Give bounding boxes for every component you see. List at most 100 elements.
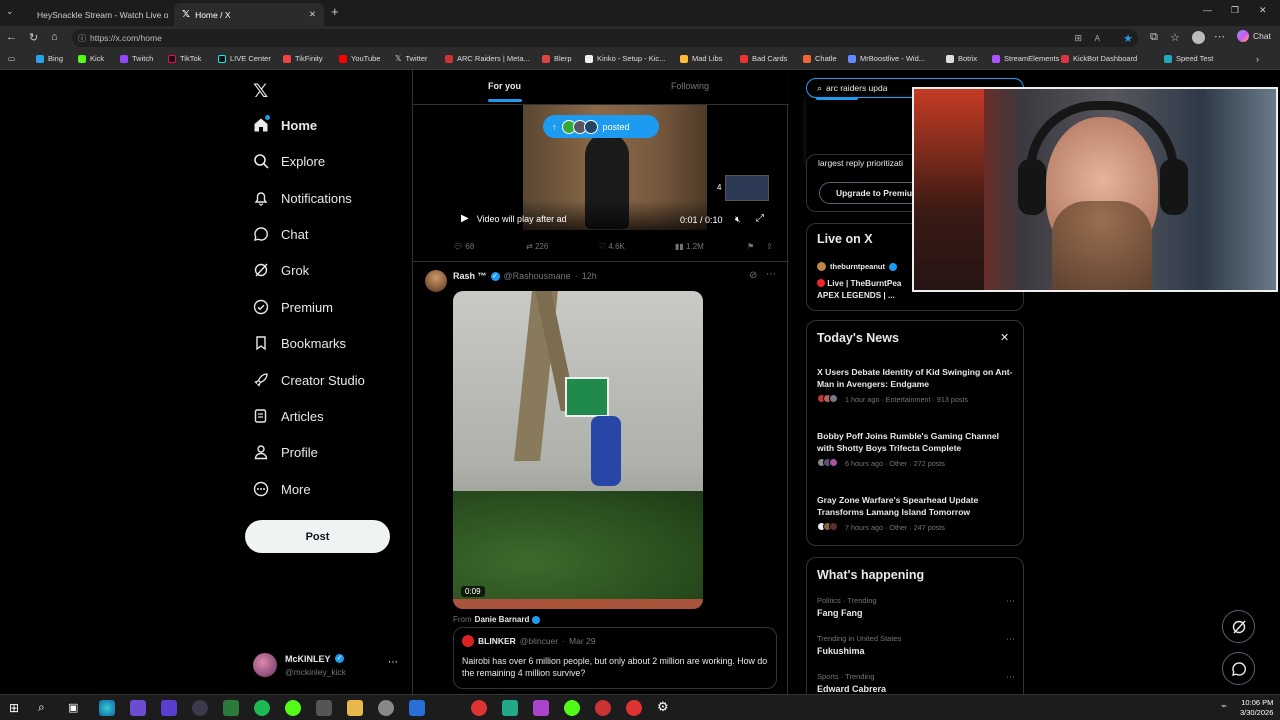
nav-bookmarks[interactable]: Bookmarks bbox=[253, 335, 346, 351]
bookmark-botrix[interactable]: Botrix bbox=[946, 54, 977, 63]
read-aloud-icon[interactable]: A bbox=[1095, 34, 1100, 43]
tab-following[interactable]: Following bbox=[671, 81, 709, 91]
like-button[interactable]: ♡ 4.6K bbox=[599, 242, 625, 251]
trend-item[interactable]: Sports · Trending Edward Cabrera ⋯ bbox=[817, 672, 1017, 694]
fullscreen-icon[interactable]: ⤢ bbox=[756, 213, 764, 224]
bookmark-button[interactable]: ⚑ bbox=[747, 242, 754, 251]
app-icon[interactable] bbox=[595, 700, 611, 716]
bookmark-live-center[interactable]: LIVE Center bbox=[218, 54, 271, 63]
app-icon[interactable] bbox=[223, 700, 239, 716]
edge-icon[interactable] bbox=[99, 700, 115, 716]
search-icon[interactable]: ⌕ bbox=[38, 700, 45, 715]
settings-more-icon[interactable]: ⋯ bbox=[1214, 30, 1225, 43]
news-item[interactable]: X Users Debate Identity of Kid Swinging … bbox=[817, 366, 1017, 405]
bookmark-mad-libs[interactable]: Mad Libs bbox=[680, 54, 722, 63]
source-author[interactable]: Danie Barnard bbox=[475, 615, 530, 624]
grok-float-button[interactable] bbox=[1222, 610, 1255, 643]
network-icon[interactable]: ⌁ bbox=[1221, 701, 1227, 712]
bookmark-tiktok[interactable]: TikTok bbox=[168, 54, 201, 63]
windows-start-icon[interactable]: ⊞ bbox=[9, 701, 19, 715]
browser-tab-x-home[interactable]: 𝕏 Home / X ✕ bbox=[174, 3, 324, 26]
live-host[interactable]: theburntpeanut bbox=[817, 262, 897, 271]
bookmark-youtube[interactable]: YouTube bbox=[339, 54, 380, 63]
obs-icon[interactable] bbox=[192, 700, 208, 716]
nav-notifications[interactable]: Notifications bbox=[253, 190, 352, 206]
trend-more-icon[interactable]: ⋯ bbox=[1006, 596, 1015, 607]
nav-home[interactable]: Home bbox=[253, 117, 317, 133]
nav-profile[interactable]: Profile bbox=[253, 444, 318, 460]
bookmark-twitch[interactable]: Twitch bbox=[120, 54, 153, 63]
nav-articles[interactable]: Articles bbox=[253, 408, 324, 424]
back-icon[interactable]: ← bbox=[6, 31, 17, 43]
bookmark-twitter[interactable]: 𝕏 Twitter bbox=[395, 54, 428, 63]
bookmark-kick[interactable]: Kick bbox=[78, 54, 104, 63]
reply-button[interactable]: 💬︎ 68 bbox=[453, 242, 474, 251]
favorites-icon[interactable]: ☆ bbox=[1170, 31, 1180, 44]
app-icon[interactable] bbox=[378, 700, 394, 716]
app-icon[interactable] bbox=[130, 700, 146, 716]
apps-icon[interactable]: ⊞ bbox=[1074, 33, 1082, 44]
video-thumbnail[interactable] bbox=[725, 175, 769, 201]
bookmark-bad-cards[interactable]: Bad Cards bbox=[740, 54, 787, 63]
kick-icon[interactable] bbox=[285, 700, 301, 716]
close-tab-icon[interactable]: ✕ bbox=[309, 9, 316, 20]
post-time[interactable]: 12h bbox=[582, 271, 597, 281]
new-tab-icon[interactable]: + bbox=[331, 4, 339, 19]
chat-float-button[interactable] bbox=[1222, 652, 1255, 685]
maximize-icon[interactable]: ❐ bbox=[1231, 5, 1239, 16]
bookmarks-menu-icon[interactable]: ▭ bbox=[8, 54, 15, 63]
trend-item[interactable]: Trending in United States Fukushima ⋯ bbox=[817, 634, 1017, 656]
live-stream-title[interactable]: Live | TheBurntPea APEX LEGENDS | ... bbox=[817, 278, 901, 302]
bookmark-mrboostlive[interactable]: MrBoostlive - Wid... bbox=[848, 54, 925, 63]
nav-premium[interactable]: Premium bbox=[253, 299, 333, 315]
bookmark-blerp[interactable]: Blerp bbox=[542, 54, 572, 63]
file-explorer-icon[interactable] bbox=[347, 700, 363, 716]
views-button[interactable]: ▮▮ 1.2M bbox=[675, 242, 704, 251]
news-item[interactable]: Gray Zone Warfare's Spearhead Update Tra… bbox=[817, 494, 1017, 533]
browser-tab-heysnackle[interactable]: HeySnackle Stream - Watch Live o ✕ bbox=[24, 3, 174, 26]
app-icon[interactable] bbox=[316, 700, 332, 716]
tab-list-icon[interactable]: ⌄ bbox=[6, 6, 14, 17]
bookmark-kickbot[interactable]: KickBot Dashboard bbox=[1061, 54, 1137, 63]
nav-grok[interactable]: Grok bbox=[253, 262, 309, 278]
app-icon[interactable] bbox=[564, 700, 580, 716]
bookmark-kinko[interactable]: Kinko - Setup - Kic... bbox=[585, 54, 665, 63]
app-icon[interactable] bbox=[161, 700, 177, 716]
system-clock[interactable]: 10:06 PM 3/30/2026 bbox=[1240, 698, 1273, 718]
quoted-post[interactable]: BLINKER @blincuer · Mar 29 Nairobi has o… bbox=[453, 627, 777, 689]
trend-more-icon[interactable]: ⋯ bbox=[1006, 672, 1015, 683]
tab-for-you[interactable]: For you bbox=[488, 81, 522, 102]
site-info-icon[interactable]: ⓘ bbox=[78, 33, 86, 44]
url-bar[interactable]: ⓘ https://x.com/home ⊞ A ★ bbox=[72, 29, 1138, 47]
author-handle[interactable]: @Rashousmane bbox=[504, 271, 571, 281]
post-video[interactable]: 0:09 bbox=[453, 291, 703, 609]
post-more-icon[interactable]: ⋯ bbox=[766, 269, 776, 280]
minimize-icon[interactable]: — bbox=[1203, 5, 1212, 15]
spotify-icon[interactable] bbox=[254, 700, 270, 716]
favorite-star-icon[interactable]: ★ bbox=[1123, 32, 1133, 45]
nav-explore[interactable]: Explore bbox=[253, 153, 325, 169]
bookmark-streamelements[interactable]: StreamElements bbox=[992, 54, 1059, 63]
app-icon[interactable] bbox=[471, 700, 487, 716]
close-window-icon[interactable]: ✕ bbox=[1259, 5, 1267, 16]
bookmark-bing[interactable]: Bing bbox=[36, 54, 63, 63]
nav-chat[interactable]: Chat bbox=[253, 226, 308, 242]
x-logo-icon[interactable]: 𝕏 bbox=[253, 80, 268, 103]
bookmark-arc-raiders[interactable]: ARC Raiders | Meta... bbox=[445, 54, 530, 63]
bookmarks-overflow-icon[interactable]: › bbox=[1256, 54, 1259, 64]
play-icon[interactable]: ▶ bbox=[461, 213, 469, 224]
copilot-chat-button[interactable]: Chat bbox=[1237, 30, 1271, 42]
refresh-icon[interactable]: ↻ bbox=[29, 31, 38, 44]
nav-more[interactable]: More bbox=[253, 481, 311, 497]
post-button[interactable]: Post bbox=[245, 520, 390, 553]
app-icon[interactable] bbox=[533, 700, 549, 716]
trend-item[interactable]: Politics · Trending Fang Fang ⋯ bbox=[817, 596, 1017, 618]
app-icon[interactable] bbox=[502, 700, 518, 716]
repost-button[interactable]: ⇄ 226 bbox=[526, 242, 548, 251]
author-name[interactable]: Rash ™ bbox=[453, 271, 487, 281]
close-icon[interactable]: ✕ bbox=[1000, 331, 1009, 344]
news-item[interactable]: Bobby Poff Joins Rumble's Gaming Channel… bbox=[817, 430, 1017, 469]
bookmark-tikfinity[interactable]: TikFinity bbox=[283, 54, 323, 63]
app-icon[interactable] bbox=[409, 700, 425, 716]
account-switcher[interactable]: McKINLEY ✓ @mckinley_kick ⋯ bbox=[253, 651, 403, 681]
